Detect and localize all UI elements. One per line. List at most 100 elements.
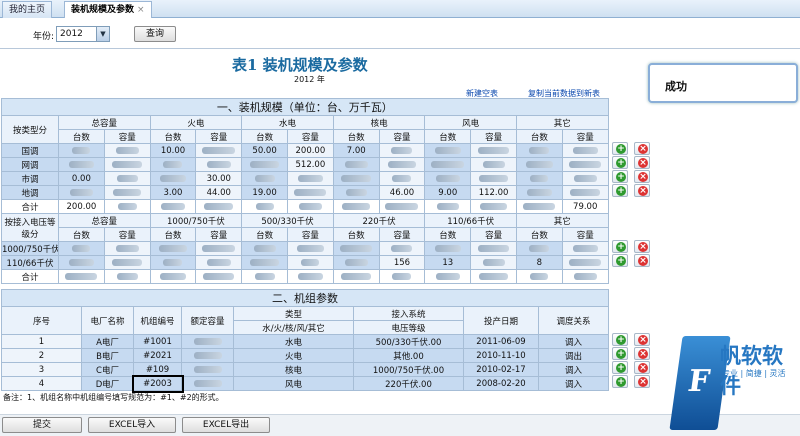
- data-cell[interactable]: [286, 171, 334, 186]
- data-cell[interactable]: [149, 255, 197, 270]
- data-cell[interactable]: [286, 241, 334, 256]
- data-cell[interactable]: [241, 157, 288, 172]
- cell-cap[interactable]: [181, 348, 234, 363]
- data-cell[interactable]: [515, 171, 563, 186]
- chevron-down-icon[interactable]: ▼: [96, 27, 109, 41]
- data-cell[interactable]: [58, 143, 105, 158]
- cell-unit[interactable]: #2003: [131, 374, 184, 393]
- cell-volt[interactable]: 220千伏.00: [353, 376, 464, 391]
- data-cell[interactable]: 156: [378, 255, 426, 270]
- data-cell[interactable]: [378, 143, 426, 158]
- cell-rel[interactable]: 调出: [538, 348, 609, 363]
- tab-home[interactable]: 我的主页: [2, 1, 53, 18]
- data-cell[interactable]: [286, 255, 334, 270]
- data-cell[interactable]: [241, 255, 288, 270]
- data-cell[interactable]: 30.00: [195, 171, 243, 186]
- add-row-button[interactable]: +: [612, 375, 628, 388]
- cell-plant[interactable]: D电厂: [81, 376, 134, 391]
- data-cell[interactable]: 50.00: [241, 143, 288, 158]
- add-row-button[interactable]: +: [612, 361, 628, 374]
- delete-row-button[interactable]: ×: [634, 375, 650, 388]
- cell-rel[interactable]: 调入: [538, 376, 609, 391]
- add-row-button[interactable]: +: [612, 254, 628, 267]
- cell-volt[interactable]: 500/330千伏.00: [353, 334, 464, 349]
- data-cell[interactable]: [195, 143, 243, 158]
- query-button[interactable]: 查询: [134, 26, 176, 42]
- data-cell[interactable]: [149, 241, 197, 256]
- data-cell[interactable]: [149, 157, 197, 172]
- submit-button[interactable]: 提交: [2, 417, 82, 433]
- data-cell[interactable]: 7.00: [332, 143, 380, 158]
- data-cell[interactable]: 3.00: [149, 185, 197, 200]
- data-cell[interactable]: [103, 241, 151, 256]
- cell-unit[interactable]: #1001: [133, 334, 182, 349]
- add-row-button[interactable]: +: [612, 142, 628, 155]
- data-cell[interactable]: [424, 241, 472, 256]
- data-cell[interactable]: [424, 157, 472, 172]
- data-cell[interactable]: 0.00: [58, 171, 105, 186]
- delete-row-button[interactable]: ×: [634, 347, 650, 360]
- data-cell[interactable]: [103, 143, 151, 158]
- data-cell[interactable]: 44.00: [195, 185, 243, 200]
- cell-cap[interactable]: [181, 334, 234, 349]
- add-row-button[interactable]: +: [612, 333, 628, 346]
- data-cell[interactable]: [378, 157, 426, 172]
- data-cell[interactable]: [470, 143, 517, 158]
- data-cell[interactable]: [470, 241, 517, 256]
- cell-plant[interactable]: A电厂: [81, 334, 134, 349]
- cell-cap[interactable]: [181, 362, 234, 377]
- data-cell[interactable]: [332, 185, 380, 200]
- add-row-button[interactable]: +: [612, 184, 628, 197]
- delete-row-button[interactable]: ×: [634, 254, 650, 267]
- data-cell[interactable]: [332, 157, 380, 172]
- data-cell[interactable]: [515, 241, 563, 256]
- data-cell[interactable]: [561, 157, 609, 172]
- add-row-button[interactable]: +: [612, 347, 628, 360]
- add-row-button[interactable]: +: [612, 156, 628, 169]
- data-cell[interactable]: [470, 255, 517, 270]
- data-cell[interactable]: 9.00: [424, 185, 472, 200]
- cell-plant[interactable]: C电厂: [81, 362, 134, 377]
- data-cell[interactable]: [195, 157, 243, 172]
- data-cell[interactable]: [378, 171, 426, 186]
- data-cell[interactable]: [195, 255, 243, 270]
- data-cell[interactable]: 200.00: [286, 143, 334, 158]
- cell-unit[interactable]: #109: [133, 362, 182, 377]
- data-cell[interactable]: 10.00: [149, 143, 197, 158]
- delete-row-button[interactable]: ×: [634, 240, 650, 253]
- close-icon[interactable]: ×: [137, 5, 145, 15]
- cell-date[interactable]: 2011-06-09: [463, 334, 539, 349]
- excel-export-button[interactable]: EXCEL导出: [182, 417, 270, 433]
- data-cell[interactable]: [286, 185, 334, 200]
- data-cell[interactable]: [470, 171, 517, 186]
- cell-date[interactable]: 2008-02-20: [463, 376, 539, 391]
- cell-type[interactable]: 核电: [233, 362, 354, 377]
- data-cell[interactable]: [561, 185, 609, 200]
- cell-rel[interactable]: 调入: [538, 362, 609, 377]
- delete-row-button[interactable]: ×: [634, 156, 650, 169]
- data-cell[interactable]: [103, 255, 151, 270]
- data-cell[interactable]: 13: [424, 255, 472, 270]
- cell-date[interactable]: 2010-11-10: [463, 348, 539, 363]
- data-cell[interactable]: 512.00: [286, 157, 334, 172]
- data-cell[interactable]: [332, 171, 380, 186]
- cell-rel[interactable]: 调入: [538, 334, 609, 349]
- delete-row-button[interactable]: ×: [634, 333, 650, 346]
- delete-row-button[interactable]: ×: [634, 142, 650, 155]
- excel-import-button[interactable]: EXCEL导入: [88, 417, 176, 433]
- delete-row-button[interactable]: ×: [634, 170, 650, 183]
- data-cell[interactable]: [515, 143, 563, 158]
- cell-volt[interactable]: 1000/750千伏.00: [353, 362, 464, 377]
- data-cell[interactable]: [378, 241, 426, 256]
- data-cell[interactable]: [515, 157, 563, 172]
- data-cell[interactable]: [103, 157, 151, 172]
- cell-date[interactable]: 2010-02-17: [463, 362, 539, 377]
- data-cell[interactable]: [58, 241, 105, 256]
- data-cell[interactable]: 19.00: [241, 185, 288, 200]
- cell-unit[interactable]: #2021: [133, 348, 182, 363]
- cell-type[interactable]: 风电: [233, 376, 354, 391]
- data-cell[interactable]: [424, 143, 472, 158]
- data-cell[interactable]: 112.00: [470, 185, 517, 200]
- data-cell[interactable]: 8: [515, 255, 563, 270]
- data-cell[interactable]: [332, 255, 380, 270]
